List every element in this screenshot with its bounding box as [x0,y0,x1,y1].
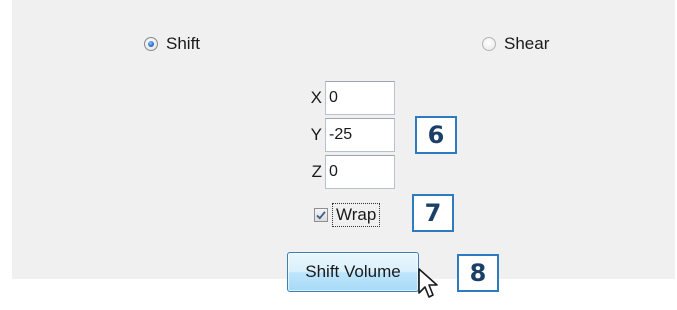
shift-radio-option[interactable]: Shift [144,34,200,54]
callout-8: 8 [457,254,499,292]
y-offset-row: Y -25 [308,118,395,152]
shift-radio-button[interactable] [144,37,158,51]
screenshot-stage: Shift Shear X 0 Y -25 Z 0 Wrap Shift Vol… [0,0,677,310]
wrap-checkbox-label: Wrap [332,203,381,227]
wrap-checkbox-option[interactable]: Wrap [314,203,381,227]
z-offset-input[interactable]: 0 [325,155,395,189]
callout-6: 6 [415,116,457,154]
z-offset-label: Z [311,162,322,181]
x-offset-input[interactable]: 0 [325,81,395,115]
x-offset-label: X [310,88,322,107]
mouse-pointer-icon [418,268,438,298]
shear-radio-label: Shear [504,34,550,53]
checkmark-icon [316,211,326,220]
shift-volume-button[interactable]: Shift Volume [287,252,419,292]
wrap-checkbox[interactable] [314,208,328,222]
x-offset-row: X 0 [308,81,395,115]
y-offset-input[interactable]: -25 [325,118,395,152]
shear-radio-option[interactable]: Shear [482,34,549,54]
shear-radio-button[interactable] [482,37,496,51]
shift-radio-label: Shift [166,34,201,53]
callout-7: 7 [412,194,454,232]
z-offset-row: Z 0 [308,155,395,189]
y-offset-label: Y [310,125,322,144]
